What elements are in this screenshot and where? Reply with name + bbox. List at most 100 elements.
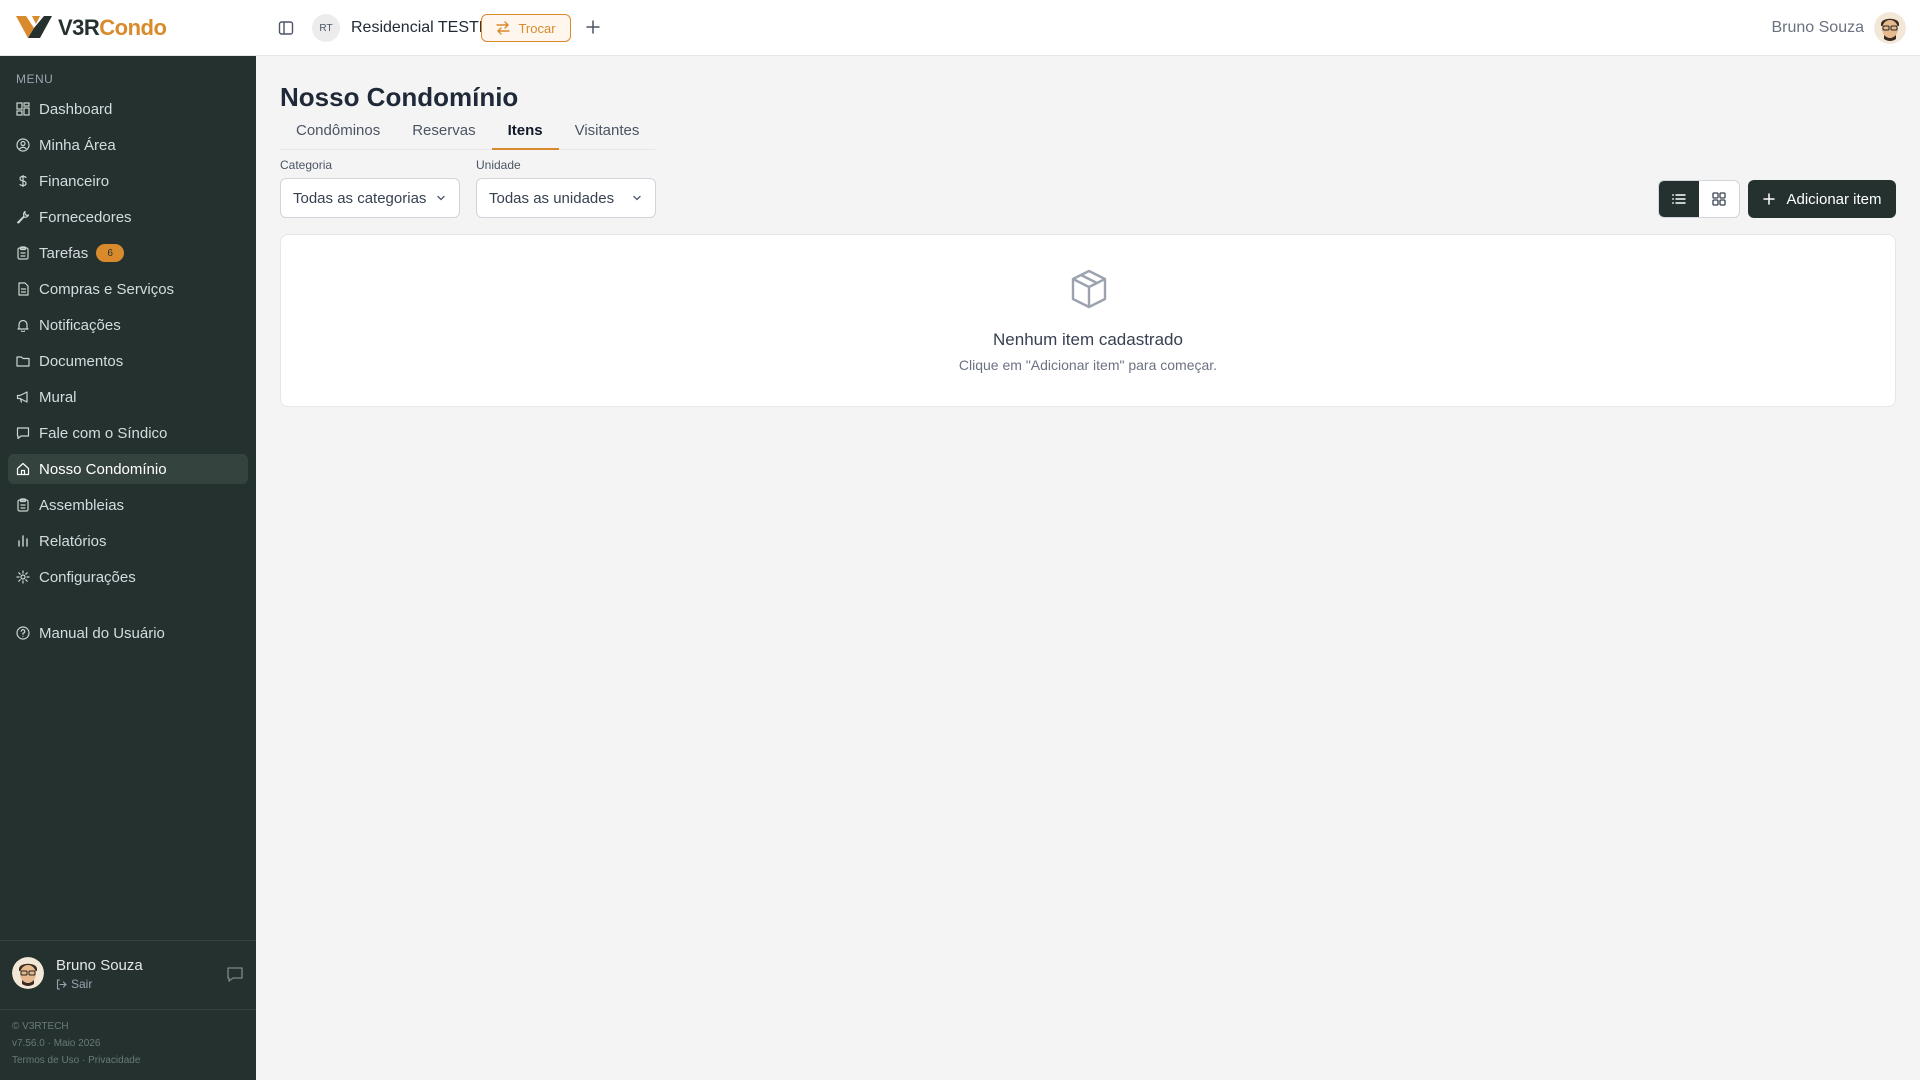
sidebar-item-label: Nosso Condomínio xyxy=(39,460,167,478)
tasks-count-badge: 6 xyxy=(96,244,125,262)
bar-chart-icon xyxy=(18,535,28,547)
sidebar-item-label: Mural xyxy=(39,388,77,406)
chevron-down-icon xyxy=(437,195,445,201)
gear-icon xyxy=(16,570,30,584)
unit-filter-label: Unidade xyxy=(476,158,521,172)
empty-state-card: Nenhum item cadastrado Clique em "Adicio… xyxy=(280,234,1896,407)
sidebar-item-minha-area[interactable]: Minha Área xyxy=(8,130,248,160)
category-select[interactable]: Todas as categorias xyxy=(280,178,460,218)
category-filter-label: Categoria xyxy=(280,158,333,172)
document-icon xyxy=(18,282,29,296)
privacy-link[interactable]: Privacidade xyxy=(88,1055,140,1066)
sidebar-item-label: Fale com o Síndico xyxy=(39,424,168,442)
sidebar-item-label: Configurações xyxy=(39,568,136,586)
user-avatar-icon xyxy=(12,957,44,989)
list-view-button[interactable] xyxy=(1659,181,1699,217)
sidebar-item-label: Financeiro xyxy=(39,172,110,190)
unit-select[interactable]: Todas as unidades xyxy=(476,178,656,218)
copyright-text: © V3RTECH xyxy=(12,1021,69,1032)
sidebar-item-notificacoes[interactable]: Notificações xyxy=(8,310,248,340)
sidebar-item-label: Minha Área xyxy=(39,136,116,154)
sidebar-item-dashboard[interactable]: Dashboard xyxy=(8,94,248,124)
logo-mark-icon xyxy=(16,16,52,38)
sidebar-item-label: Fornecedores xyxy=(39,208,132,226)
top-bar: V3RCondo RT Residencial TESTE Trocar Bru… xyxy=(0,0,1920,56)
condo-initials-badge: RT xyxy=(312,14,340,42)
sidebar-item-compras-servicos[interactable]: Compras e Serviços xyxy=(8,274,248,304)
clipboard-icon xyxy=(17,246,29,260)
sidebar-item-manual[interactable]: Manual do Usuário xyxy=(8,618,248,648)
package-icon xyxy=(1071,269,1107,309)
sidebar-footer: © V3RTECH v7.56.0 · Maio 2026 Termos de … xyxy=(12,1018,140,1069)
sidebar-item-label: Dashboard xyxy=(39,100,113,118)
terms-link[interactable]: Termos de Uso xyxy=(12,1055,79,1066)
sidebar-item-nosso-condominio[interactable]: Nosso Condomínio xyxy=(8,454,248,484)
header-avatar[interactable] xyxy=(1874,12,1906,44)
sidebar-panel-icon xyxy=(278,21,294,35)
sidebar-item-label: Tarefas xyxy=(39,244,89,262)
sidebar-item-fornecedores[interactable]: Fornecedores xyxy=(8,202,248,232)
category-select-value: Todas as categorias xyxy=(293,189,427,207)
sidebar-avatar[interactable] xyxy=(12,957,44,989)
logout-icon xyxy=(56,978,67,990)
megaphone-icon xyxy=(16,391,28,403)
grid-view-button[interactable] xyxy=(1699,181,1739,217)
app-logo[interactable]: V3RCondo xyxy=(14,10,167,46)
help-circle-icon xyxy=(16,626,30,640)
clipboard-icon xyxy=(17,498,29,512)
unit-select-value: Todas as unidades xyxy=(489,189,615,207)
version-text: v7.56.0 · Maio 2026 xyxy=(12,1038,101,1049)
page-title: Nosso Condomínio xyxy=(280,82,519,112)
logout-label: Sair xyxy=(71,977,93,991)
wrench-icon xyxy=(16,210,30,224)
tab-visitantes[interactable]: Visitantes xyxy=(559,118,656,150)
sidebar-item-configuracoes[interactable]: Configurações xyxy=(8,562,248,592)
sidebar-chat-button[interactable] xyxy=(226,965,244,983)
empty-state-title: Nenhum item cadastrado xyxy=(993,330,1183,349)
logo-text: V3RCondo xyxy=(58,15,167,40)
sidebar-item-label: Manual do Usuário xyxy=(39,624,165,642)
chat-icon xyxy=(16,427,30,440)
sidebar-toggle-button[interactable] xyxy=(276,16,296,40)
chat-icon xyxy=(227,967,243,982)
logout-button[interactable]: Sair xyxy=(56,977,92,991)
plus-icon xyxy=(1763,193,1776,205)
sidebar-item-fale-sindico[interactable]: Fale com o Síndico xyxy=(8,418,248,448)
sidebar-user-panel: Bruno Souza Sair xyxy=(0,940,256,1010)
sidebar-item-documentos[interactable]: Documentos xyxy=(8,346,248,376)
sidebar-item-mural[interactable]: Mural xyxy=(8,382,248,412)
sidebar: MENU Dashboard Minha Área Financeiro For… xyxy=(0,56,256,1080)
tab-itens[interactable]: Itens xyxy=(491,118,559,150)
sidebar-item-financeiro[interactable]: Financeiro xyxy=(8,166,248,196)
chevron-down-icon xyxy=(633,195,641,201)
sidebar-item-tarefas[interactable]: Tarefas 6 xyxy=(8,238,248,268)
swap-arrows-icon xyxy=(496,21,511,35)
tab-condominos[interactable]: Condôminos xyxy=(280,118,396,150)
add-condo-button[interactable] xyxy=(584,18,602,36)
current-condo-name: Residencial TESTE xyxy=(351,19,490,36)
empty-state-subtitle: Clique em "Adicionar item" para começar. xyxy=(958,357,1218,373)
folder-icon xyxy=(16,356,30,367)
sidebar-user-name: Bruno Souza xyxy=(56,957,143,974)
add-item-label: Adicionar item xyxy=(1786,190,1882,208)
view-mode-toggle xyxy=(1658,180,1740,218)
sidebar-item-label: Assembleias xyxy=(39,496,125,514)
sidebar-item-assembleias[interactable]: Assembleias xyxy=(8,490,248,520)
bell-icon xyxy=(17,319,29,332)
user-circle-icon xyxy=(16,138,30,152)
tab-bar: Condôminos Reservas Itens Visitantes xyxy=(280,118,656,150)
tab-reservas[interactable]: Reservas xyxy=(396,118,491,150)
sidebar-item-relatorios[interactable]: Relatórios xyxy=(8,526,248,556)
list-icon xyxy=(1672,194,1686,204)
sidebar-item-label: Notificações xyxy=(39,316,121,334)
sidebar-item-label: Documentos xyxy=(39,352,124,370)
sidebar-menu-label: MENU xyxy=(16,72,54,86)
switch-condo-button[interactable]: Trocar xyxy=(481,14,571,42)
sidebar-item-label: Compras e Serviços xyxy=(39,280,175,298)
sidebar-item-label: Relatórios xyxy=(39,532,107,550)
home-icon xyxy=(16,462,30,476)
header-user-name[interactable]: Bruno Souza xyxy=(1771,19,1864,37)
add-item-button[interactable]: Adicionar item xyxy=(1748,180,1896,218)
switch-condo-label: Trocar xyxy=(518,20,556,36)
dollar-icon xyxy=(19,175,27,187)
